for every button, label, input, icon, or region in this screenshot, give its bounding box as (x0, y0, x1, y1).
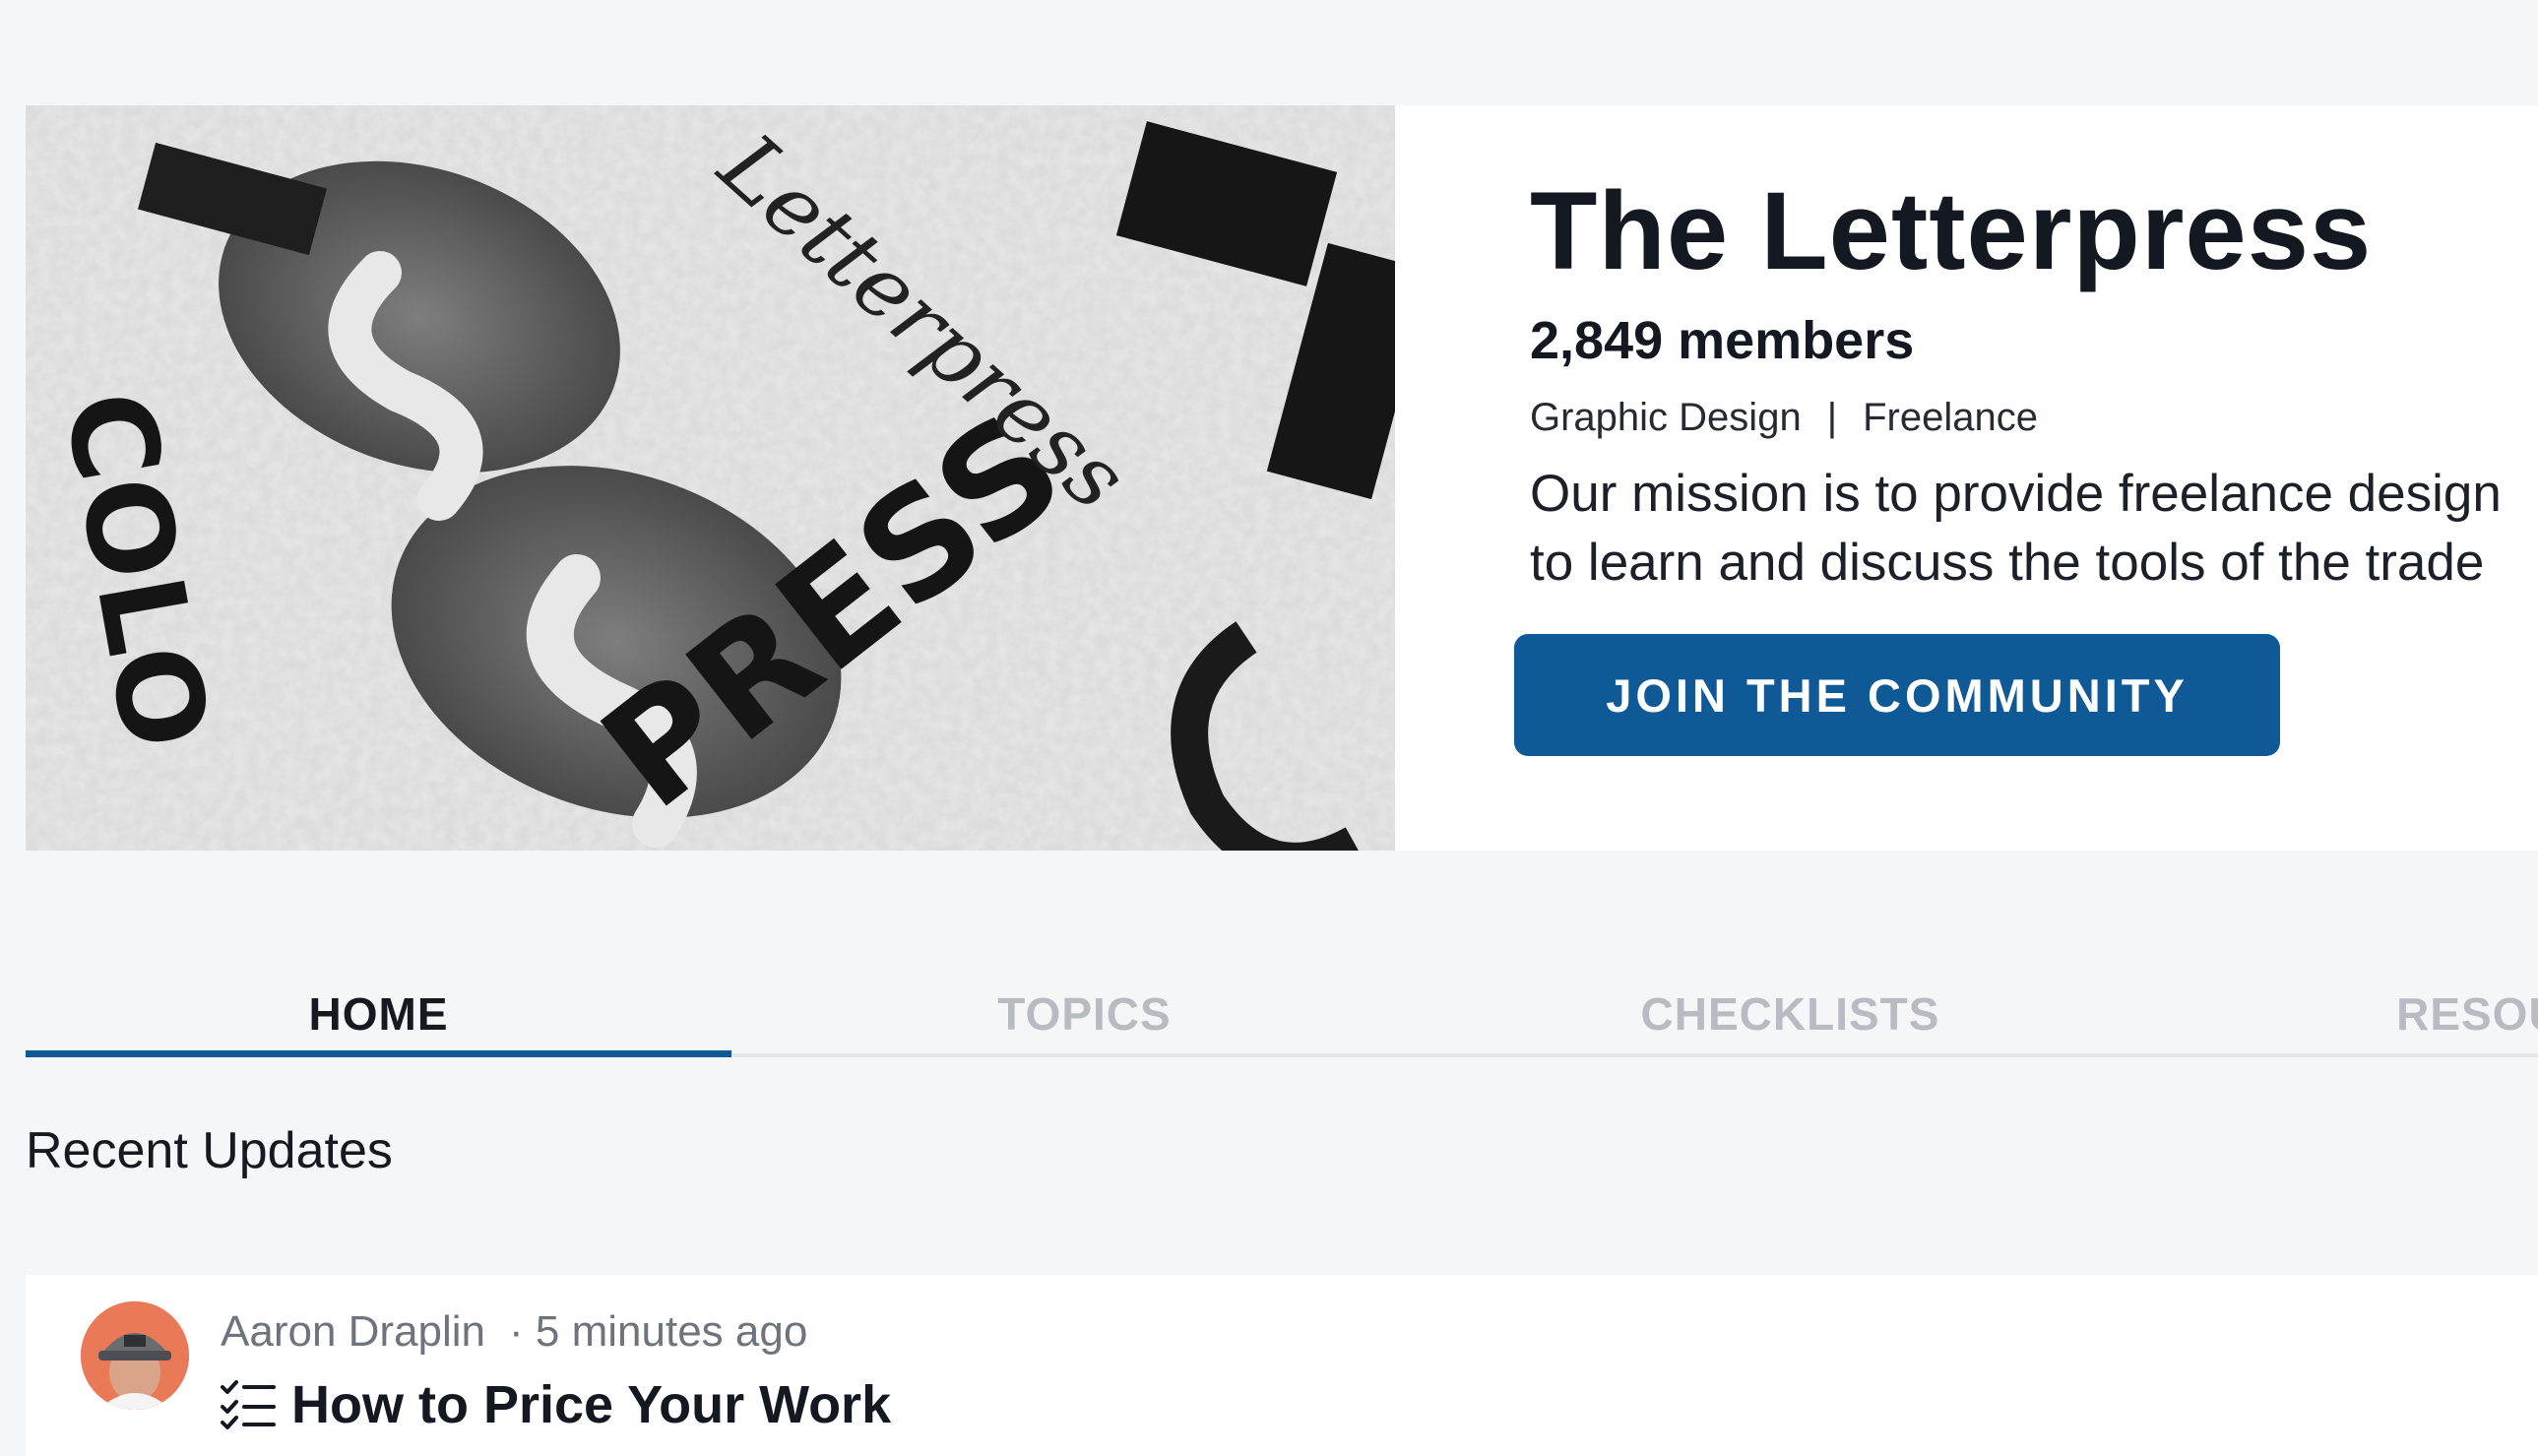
tag-graphic-design: Graphic Design (1530, 396, 1802, 439)
mission-line-2: to learn and discuss the tools of the tr… (1530, 534, 2485, 592)
recent-updates-heading: Recent Updates (26, 1122, 393, 1179)
update-time: · 5 minutes ago (509, 1307, 808, 1356)
tab-checklists[interactable]: CHECKLISTS (1437, 975, 2143, 1053)
tag-freelance: Freelance (1863, 396, 2038, 439)
update-title[interactable]: How to Price Your Work (291, 1378, 891, 1431)
community-tabs: HOME TOPICS CHECKLISTS RESOUR (26, 975, 2538, 1057)
community-hero: PRESS COLO Letterpress The Letterpress 2… (26, 105, 2538, 851)
tab-resources[interactable]: RESOUR (2143, 975, 2538, 1053)
join-community-button[interactable]: JOIN THE COMMUNITY (1514, 634, 2280, 756)
tag-separator: | (1826, 396, 1838, 439)
update-meta: Aaron Draplin · 5 minutes ago (221, 1310, 807, 1354)
cover-image: PRESS COLO Letterpress (26, 105, 1395, 851)
community-page: PRESS COLO Letterpress The Letterpress 2… (0, 0, 2538, 1456)
community-info: The Letterpress 2,849 members Graphic De… (1504, 105, 2538, 851)
tab-home[interactable]: HOME (26, 975, 731, 1057)
community-title: The Letterpress (1530, 169, 2373, 292)
community-mission: Our mission is to provide freelance desi… (1530, 460, 2538, 598)
avatar[interactable] (81, 1301, 189, 1410)
tab-topics[interactable]: TOPICS (731, 975, 1437, 1053)
member-count: 2,849 members (1530, 311, 1915, 370)
author-name[interactable]: Aaron Draplin (221, 1307, 485, 1356)
community-tags: Graphic Design | Freelance (1530, 398, 2038, 437)
update-item[interactable]: Aaron Draplin · 5 minutes ago How to Pric… (26, 1275, 2538, 1456)
update-title-row: How to Price Your Work (219, 1377, 891, 1432)
checklist-icon (221, 1380, 276, 1429)
mission-line-1: Our mission is to provide freelance desi… (1530, 465, 2502, 523)
